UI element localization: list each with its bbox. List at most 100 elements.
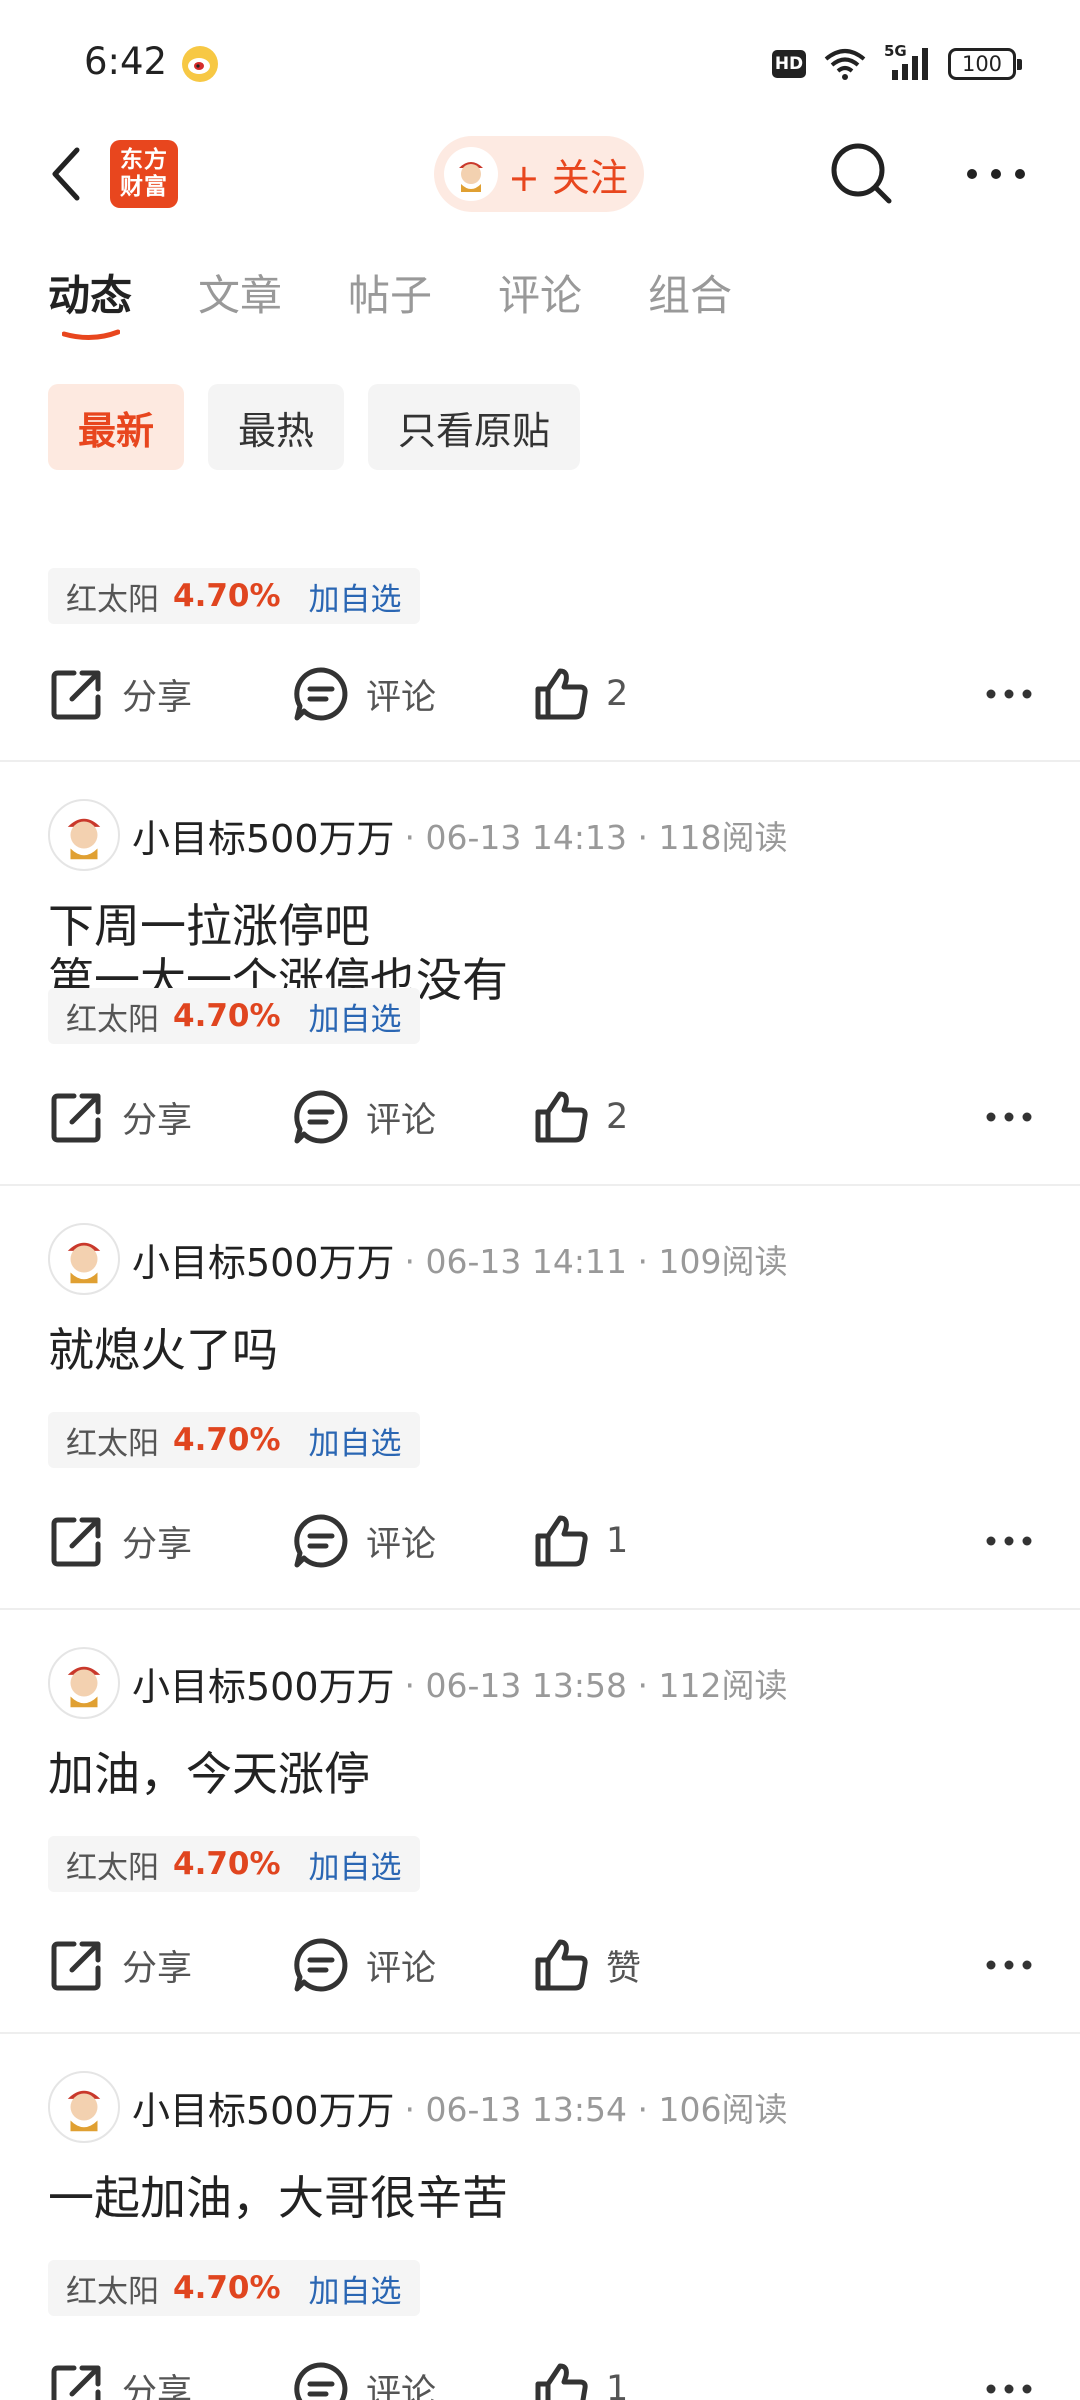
more-options-button[interactable] [960,138,1032,210]
comment-icon [294,1514,348,1568]
post-meta: · 06-13 14:13 · 118阅读 [404,818,788,857]
post-header: 小目标500万万 · 06-13 13:58 · 112阅读 [48,1646,787,1720]
thumbs-up-icon [535,2363,588,2400]
post-more-button[interactable] [986,2354,1032,2400]
share-icon [51,670,101,720]
share-button[interactable]: 分享 [48,659,192,729]
like-button[interactable]: 赞 [532,1930,641,2000]
author-avatar[interactable] [48,1223,120,1295]
brand-logo[interactable]: 东方 财富 [110,140,178,208]
post-text[interactable]: 就熄火了吗 [48,1314,278,1380]
user-avatar [444,147,498,201]
share-button[interactable]: 分享 [48,2354,192,2400]
thumbs-up-icon [535,1515,588,1567]
filter-latest[interactable]: 最新 [48,384,185,470]
like-button[interactable]: 2 [532,659,628,729]
share-button[interactable]: 分享 [48,1506,192,1576]
add-to-watchlist[interactable]: 加自选 [309,1842,402,1887]
like-button[interactable]: 1 [532,1506,628,1576]
stock-name: 红太阳 [66,1001,159,1038]
cell-signal-icon: 5G [884,42,930,82]
post-actions: 分享 评论 1 [48,1506,1032,1576]
post-text[interactable]: 一起加油，大哥很辛苦 [48,2162,508,2228]
author-avatar[interactable] [48,799,120,871]
comment-button[interactable]: 评论 [292,1082,436,1152]
comment-button[interactable]: 评论 [292,2354,436,2400]
filter-original-only[interactable]: 只看原贴 [368,384,581,470]
thumbs-up-icon [535,1939,588,1991]
add-to-watchlist[interactable]: 加自选 [309,2266,402,2311]
author-name[interactable]: 小目标500万万 [132,1656,395,1711]
post-meta: · 06-13 14:11 · 109阅读 [404,1242,788,1281]
author-name[interactable]: 小目标500万万 [132,808,395,863]
author-name[interactable]: 小目标500万万 [132,1232,395,1287]
top-nav-bar: 东方 财富 + 关注 [0,124,1080,224]
add-to-watchlist[interactable]: 加自选 [309,994,402,1039]
share-icon [51,1093,101,1143]
stock-tag[interactable]: 红太阳 4.70% 加自选 [48,1836,420,1892]
post-more-button[interactable] [986,659,1032,729]
comment-button[interactable]: 评论 [292,1506,436,1576]
post-actions: 分享 评论 1 [48,2354,1032,2400]
battery-icon: 100 [948,48,1022,80]
comment-icon [294,2362,348,2400]
add-to-watchlist[interactable]: 加自选 [309,574,402,619]
author-name[interactable]: 小目标500万万 [132,2080,395,2135]
like-button[interactable]: 1 [532,2354,628,2400]
tab-comments[interactable]: 评论 [498,262,582,323]
comment-button[interactable]: 评论 [292,659,436,729]
stock-tag[interactable]: 红太阳 4.70% 加自选 [48,568,420,624]
stock-tag[interactable]: 红太阳 4.70% 加自选 [48,2260,420,2316]
weibo-icon [180,44,220,84]
tab-articles[interactable]: 文章 [198,262,282,323]
more-dots-icon [986,1112,1032,1122]
thumbs-up-icon [535,1091,588,1143]
share-button[interactable]: 分享 [48,1930,192,2000]
tab-posts[interactable]: 帖子 [348,262,432,323]
search-icon [831,143,892,204]
author-avatar[interactable] [48,1647,120,1719]
wifi-icon [824,49,866,80]
follow-button[interactable]: + 关注 [434,136,644,212]
post-item: 小目标500万万 · 06-13 14:11 · 109阅读 就熄火了吗 红太阳… [0,1186,1080,1610]
post-more-button[interactable] [986,1930,1032,2000]
post-text[interactable]: 下周一拉涨停吧 [48,890,370,956]
share-button[interactable]: 分享 [48,1082,192,1152]
like-button[interactable]: 2 [532,1082,628,1152]
stock-change: 4.70% [173,1422,281,1458]
post-more-button[interactable] [986,1082,1032,1152]
author-avatar[interactable] [48,2071,120,2143]
stock-change: 4.70% [173,2270,281,2306]
filter-hottest[interactable]: 最热 [208,384,345,470]
post-header: 小目标500万万 · 06-13 14:13 · 118阅读 [48,798,787,872]
tab-dynamic[interactable]: 动态 [48,262,132,323]
comment-icon [294,1938,348,1992]
stock-change: 4.70% [173,578,281,614]
back-arrow-icon [52,147,80,201]
tab-portfolios[interactable]: 组合 [648,262,732,323]
post-meta: · 06-13 13:58 · 112阅读 [404,1666,788,1705]
post-actions: 分享 评论 赞 [48,1930,1032,2000]
share-icon [51,2365,101,2400]
post-text[interactable]: 加油，今天涨停 [48,1738,370,1804]
stock-tag[interactable]: 红太阳 4.70% 加自选 [48,1412,420,1468]
add-to-watchlist[interactable]: 加自选 [309,1418,402,1463]
status-bar: 6:42 HD 5G 100 [0,0,1080,124]
more-dots-icon [986,1536,1032,1546]
back-button[interactable] [40,142,90,206]
comment-icon [294,667,348,721]
more-dots-icon [986,689,1032,699]
post-header: 小目标500万万 · 06-13 14:11 · 109阅读 [48,1222,787,1296]
comment-icon [294,1090,348,1144]
content-tabs: 动态 文章 帖子 评论 组合 [0,262,1080,352]
hd-icon: HD [772,50,806,78]
post-actions: 分享 评论 2 [48,659,1032,729]
post-more-button[interactable] [986,1506,1032,1576]
active-tab-indicator [62,329,120,340]
comment-button[interactable]: 评论 [292,1930,436,2000]
stock-name: 红太阳 [66,1425,159,1462]
status-time: 6:42 [84,40,168,83]
follow-label: + 关注 [508,155,628,200]
stock-tag[interactable]: 红太阳 4.70% 加自选 [48,988,420,1044]
search-button[interactable] [826,138,898,210]
